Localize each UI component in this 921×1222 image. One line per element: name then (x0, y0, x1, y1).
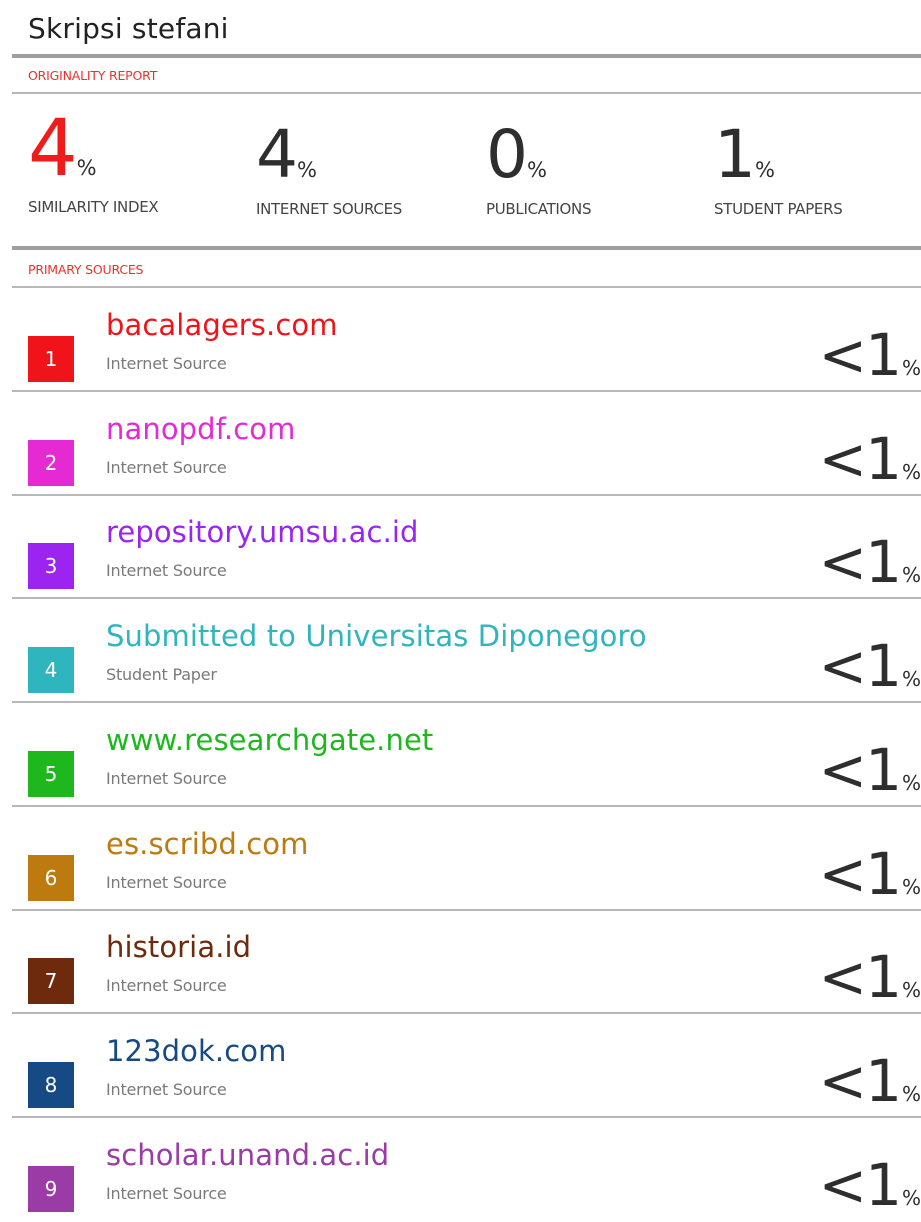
source-row: 7 historia.id Internet Source <1% (0, 910, 921, 1015)
stat-caption: INTERNET SOURCES (256, 200, 402, 218)
source-rank-badge: 9 (28, 1165, 74, 1212)
source-match-percent-sign: % (901, 1185, 921, 1210)
source-rank-badge: 1 (28, 336, 74, 382)
source-match-value: <1 (818, 839, 901, 908)
source-match-value: <1 (818, 1046, 901, 1115)
source-type: Internet Source (106, 872, 227, 892)
source-name-link[interactable]: historia.id (106, 930, 251, 964)
source-match-percent: <1% (818, 533, 921, 591)
source-rank-badge: 7 (28, 958, 74, 1005)
source-match-percent-sign: % (901, 874, 921, 899)
stat-caption: SIMILARITY INDEX (28, 198, 159, 216)
source-match-percent: <1% (818, 326, 921, 384)
stat-value: 4 (256, 116, 298, 193)
stat-percent-sign: % (527, 158, 547, 182)
stat-percent-sign: % (76, 156, 97, 180)
stat-value: 0 (486, 116, 528, 193)
source-name-link[interactable]: es.scribd.com (106, 827, 308, 861)
source-match-value: <1 (818, 528, 901, 597)
source-match-percent: <1% (818, 637, 921, 695)
document-title: Skripsi stefani (28, 12, 229, 45)
source-type: Internet Source (106, 768, 227, 788)
source-row: 3 repository.umsu.ac.id Internet Source <1% (0, 495, 921, 600)
source-match-percent: <1% (818, 741, 921, 799)
source-match-percent-sign: % (901, 667, 921, 692)
source-rank-badge: 8 (28, 1061, 74, 1108)
source-rank-badge: 5 (28, 750, 74, 797)
source-match-percent: <1% (818, 845, 921, 903)
source-match-value: <1 (818, 735, 901, 804)
title-divider (12, 54, 921, 58)
source-match-value: <1 (818, 943, 901, 1012)
source-row: 8 123dok.com Internet Source <1% (0, 1014, 921, 1118)
source-rank-badge: 4 (28, 647, 74, 694)
source-row: 1 bacalagers.com Internet Source <1% (0, 288, 921, 392)
stat-value: 4 (28, 104, 78, 194)
stat-percent-sign: % (297, 158, 317, 182)
source-type: Internet Source (106, 1079, 227, 1099)
stat-caption: PUBLICATIONS (486, 200, 592, 218)
originality-report-label: ORIGINALITY REPORT (28, 68, 158, 83)
source-rank-badge: 2 (28, 439, 74, 486)
source-name-link[interactable]: Submitted to Universitas Diponegoro (106, 619, 647, 653)
source-name-link[interactable]: www.researchgate.net (106, 723, 433, 757)
source-row: 2 nanopdf.com Internet Source <1% (0, 392, 921, 496)
source-type: Internet Source (106, 976, 227, 996)
source-type: Internet Source (106, 354, 227, 373)
source-match-percent-sign: % (901, 770, 921, 795)
source-match-percent: <1% (818, 1156, 921, 1214)
source-match-percent: <1% (818, 430, 921, 488)
source-type: Student Paper (106, 665, 217, 685)
source-match-value: <1 (818, 321, 901, 389)
source-type: Internet Source (106, 457, 227, 477)
stats-divider (12, 246, 921, 250)
source-match-value: <1 (818, 632, 901, 701)
stat-similarity-index: 4% SIMILARITY INDEX (28, 110, 159, 216)
stat-caption: STUDENT PAPERS (714, 200, 843, 218)
primary-sources-label: PRIMARY SOURCES (28, 262, 144, 277)
source-name-link[interactable]: repository.umsu.ac.id (106, 515, 419, 549)
source-match-value: <1 (818, 1150, 901, 1219)
source-name-link[interactable]: bacalagers.com (106, 308, 338, 342)
originality-divider (12, 92, 921, 94)
source-name-link[interactable]: 123dok.com (106, 1034, 286, 1068)
source-row: 4 Submitted to Universitas Diponegoro Stud… (0, 599, 921, 704)
stat-publications: 0% PUBLICATIONS (486, 122, 592, 219)
source-row: 9 scholar.unand.ac.id Internet Source <1% (0, 1118, 921, 1222)
stat-percent-sign: % (755, 158, 775, 182)
source-rank-badge: 3 (28, 543, 74, 590)
source-match-percent-sign: % (901, 459, 921, 484)
source-match-percent-sign: % (901, 356, 921, 380)
source-type: Internet Source (106, 561, 227, 581)
source-match-value: <1 (818, 424, 901, 493)
source-match-percent: <1% (818, 948, 921, 1006)
source-name-link[interactable]: scholar.unand.ac.id (106, 1138, 389, 1172)
stat-internet-sources: 4% INTERNET SOURCES (256, 122, 402, 219)
source-rank-badge: 6 (28, 854, 74, 901)
source-match-percent-sign: % (901, 978, 921, 1003)
stat-value: 1 (714, 116, 756, 193)
source-match-percent-sign: % (901, 563, 921, 588)
source-type: Internet Source (106, 1183, 227, 1203)
source-match-percent-sign: % (901, 1081, 921, 1106)
source-name-link[interactable]: nanopdf.com (106, 412, 295, 446)
source-row: 6 es.scribd.com Internet Source <1% (0, 807, 921, 911)
source-match-percent: <1% (818, 1052, 921, 1110)
stat-student-papers: 1% STUDENT PAPERS (714, 122, 843, 219)
source-row: 5 www.researchgate.net Internet Source <1% (0, 703, 921, 807)
